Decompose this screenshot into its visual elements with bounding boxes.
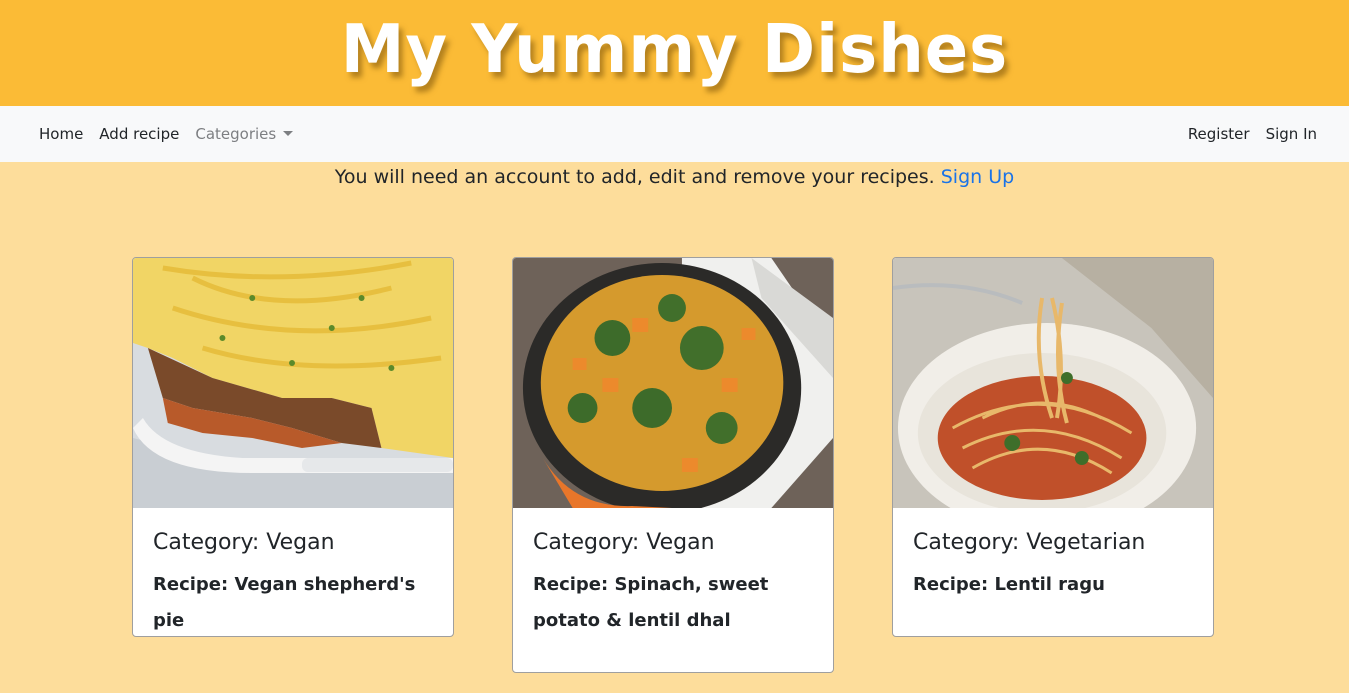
nav-sign-in-link[interactable]: Sign In <box>1258 125 1325 143</box>
site-banner: My Yummy Dishes <box>0 0 1349 106</box>
sign-up-link[interactable]: Sign Up <box>941 166 1014 188</box>
shepherds-pie-photo <box>133 258 453 508</box>
spaghetti-ragu-photo <box>893 258 1213 508</box>
card-category: Category: Vegetarian <box>913 530 1146 555</box>
card-recipe: Recipe: Spinach, sweet potato & lentil d… <box>533 574 769 631</box>
card-category: Category: Vegan <box>533 530 715 555</box>
notice-text: You will need an account to add, edit an… <box>334 166 935 188</box>
nav-categories-dropdown[interactable]: Categories <box>187 125 301 143</box>
nav-right: Register Sign In <box>1180 125 1325 143</box>
categories-label: Categories <box>195 125 277 143</box>
nav-add-recipe-link[interactable]: Add recipe <box>91 125 187 143</box>
card-recipe: Recipe: Vegan shepherd's pie <box>153 574 416 631</box>
chevron-down-icon <box>283 131 294 136</box>
nav-left: Home Add recipe Categories <box>31 125 301 143</box>
card-body: Category: Vegan Recipe: Spinach, sweet p… <box>513 508 833 639</box>
site-title: My Yummy Dishes <box>340 11 1009 89</box>
card-body: Category: Vegan Recipe: Vegan shepherd's… <box>133 508 453 636</box>
recipe-card[interactable]: Category: Vegan Recipe: Vegan shepherd's… <box>132 257 454 637</box>
card-body: Category: Vegetarian Recipe: Lentil ragu <box>893 508 1213 603</box>
account-notice: You will need an account to add, edit an… <box>0 166 1349 188</box>
recipe-card[interactable]: Category: Vegan Recipe: Spinach, sweet p… <box>512 257 834 673</box>
card-recipe: Recipe: Lentil ragu <box>913 574 1105 595</box>
navbar: Home Add recipe Categories Register Sign… <box>0 106 1349 162</box>
nav-register-link[interactable]: Register <box>1180 125 1258 143</box>
recipe-card[interactable]: Category: Vegetarian Recipe: Lentil ragu <box>892 257 1214 637</box>
card-category: Category: Vegan <box>153 530 335 555</box>
lentil-dhal-photo <box>513 258 833 508</box>
nav-home-link[interactable]: Home <box>31 125 91 143</box>
